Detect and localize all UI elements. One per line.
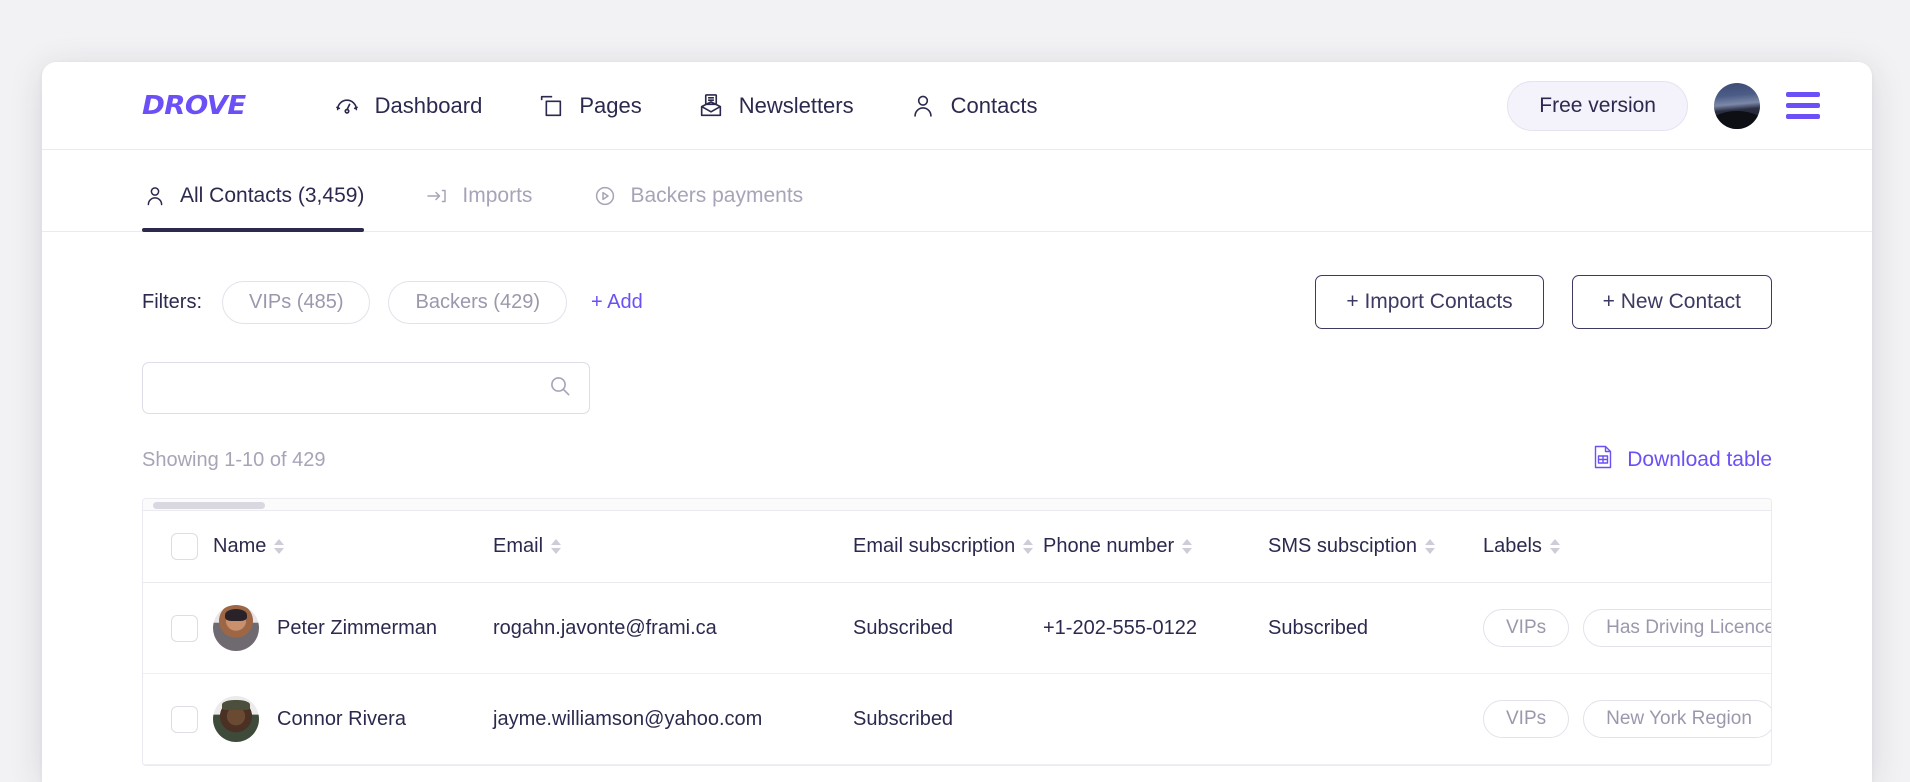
showing-count: Showing 1-10 of 429 [142, 448, 326, 471]
contacts-tabs: All Contacts (3,459) Imports Backers pay… [42, 150, 1872, 232]
cell-email-subscription: Subscribed [853, 673, 1043, 765]
hamburger-icon[interactable] [1786, 92, 1820, 119]
filters-row: Filters: VIPs (485) Backers (429) + Add … [42, 275, 1872, 329]
cell-name: Peter Zimmerman [213, 582, 493, 674]
play-circle-icon [592, 183, 618, 209]
tab-imports[interactable]: Imports [424, 183, 532, 231]
contact-name: Peter Zimmerman [277, 616, 438, 639]
primary-nav: Dashboard Pages Newsletters Contacts [332, 91, 1038, 121]
table-row[interactable]: Peter Zimmerman rogahn.javonte@frami.ca … [143, 582, 1771, 674]
search-box[interactable] [142, 362, 590, 414]
gauge-icon [332, 91, 362, 121]
import-arrow-icon [424, 183, 450, 209]
top-navigation-bar: DROVE Dashboard Pages Newsletters Contac… [42, 62, 1872, 150]
header-label: Email subscription [853, 535, 1016, 557]
app-window: DROVE Dashboard Pages Newsletters Contac… [42, 62, 1872, 782]
label-chip[interactable]: VIPs [1483, 700, 1570, 738]
cell-name: Connor Rivera [213, 673, 493, 765]
filters-label: Filters: [142, 290, 202, 313]
row-checkbox[interactable] [171, 614, 198, 642]
header-email-subscription[interactable]: Email subscription [853, 511, 1043, 583]
row-checkbox[interactable] [171, 705, 198, 733]
header-label: SMS subsciption [1268, 535, 1417, 557]
header-labels[interactable]: Labels [1483, 511, 1771, 583]
label-chip[interactable]: VIPs [1483, 609, 1570, 647]
person-icon [908, 91, 938, 121]
tab-label: All Contacts (3,459) [180, 184, 365, 207]
header-label: Email [493, 535, 544, 557]
cell-email: jayme.williamson@yahoo.com [493, 673, 853, 765]
label-chip[interactable]: New York Region [1583, 700, 1771, 738]
contact-avatar [213, 696, 259, 742]
import-contacts-button[interactable]: + Import Contacts [1315, 275, 1544, 329]
header-name[interactable]: Name [213, 511, 493, 583]
label-chip[interactable]: Has Driving Licence [1583, 609, 1771, 647]
avatar[interactable] [1714, 82, 1760, 129]
row-select-cell [143, 673, 213, 765]
search-icon[interactable] [547, 373, 573, 404]
header-select-all [143, 511, 213, 583]
header-email[interactable]: Email [493, 511, 853, 583]
sort-arrows-icon[interactable] [1424, 539, 1435, 554]
new-contact-button[interactable]: + New Contact [1571, 275, 1772, 329]
plan-badge[interactable]: Free version [1507, 80, 1688, 131]
tab-label: Imports [462, 184, 533, 207]
download-table-label: Download table [1627, 448, 1772, 471]
results-summary-row: Showing 1-10 of 429 Download table [142, 444, 1772, 476]
header-sms-subscription[interactable]: SMS subsciption [1268, 511, 1483, 583]
nav-label: Contacts [950, 92, 1038, 118]
header-label: Name [213, 535, 267, 557]
scrollbar-thumb[interactable] [153, 502, 265, 509]
add-filter-link[interactable]: + Add [591, 291, 643, 314]
search-input[interactable] [161, 377, 547, 399]
nav-item-contacts[interactable]: Contacts [908, 91, 1038, 121]
contacts-table: Name Email Email subscription Phone numb… [142, 498, 1772, 766]
select-all-checkbox[interactable] [171, 533, 198, 560]
tab-backers-payments[interactable]: Backers payments [592, 183, 803, 231]
horizontal-scrollbar[interactable] [143, 499, 1771, 511]
contact-avatar [213, 605, 259, 651]
table-header-row: Name Email Email subscription Phone numb… [143, 511, 1771, 583]
nav-right-cluster: Free version [1507, 80, 1820, 131]
nav-label: Dashboard [374, 92, 483, 118]
sort-arrows-icon[interactable] [1023, 539, 1034, 554]
cell-sms-subscription: Subscribed [1268, 582, 1483, 674]
header-label: Labels [1483, 535, 1542, 557]
cell-phone-number: +1-202-555-0122 [1043, 582, 1268, 674]
cell-labels: VIPs Has Driving Licence [1483, 582, 1771, 674]
sort-arrows-icon[interactable] [551, 539, 562, 554]
person-icon [142, 183, 168, 209]
tab-label: Backers payments [630, 184, 804, 207]
header-label: Phone number [1043, 535, 1175, 557]
cell-email-subscription: Subscribed [853, 582, 1043, 674]
cell-email: rogahn.javonte@frami.ca [493, 582, 853, 674]
header-phone-number[interactable]: Phone number [1043, 511, 1268, 583]
cell-phone-number [1043, 673, 1268, 765]
nav-label: Newsletters [738, 92, 854, 118]
cell-labels: VIPs New York Region [1483, 673, 1771, 765]
nav-label: Pages [579, 92, 642, 118]
nav-item-dashboard[interactable]: Dashboard [332, 91, 483, 121]
newsletter-icon [696, 91, 726, 121]
filter-chip-vips[interactable]: VIPs (485) [222, 280, 371, 324]
brand-logo[interactable]: DROVE [142, 91, 246, 121]
table-document-icon [1591, 444, 1615, 476]
sort-arrows-icon[interactable] [274, 539, 285, 554]
nav-item-newsletters[interactable]: Newsletters [696, 91, 854, 121]
sort-arrows-icon[interactable] [1182, 539, 1193, 554]
contact-name: Connor Rivera [277, 707, 406, 730]
row-select-cell [143, 582, 213, 674]
table-actions: + Import Contacts + New Contact [1315, 275, 1772, 329]
pages-icon [536, 91, 566, 121]
cell-sms-subscription [1268, 673, 1483, 765]
sort-arrows-icon[interactable] [1549, 539, 1560, 554]
filter-chip-backers[interactable]: Backers (429) [388, 280, 567, 324]
tab-all-contacts[interactable]: All Contacts (3,459) [142, 183, 365, 232]
nav-item-pages[interactable]: Pages [536, 91, 642, 121]
table-row[interactable]: Connor Rivera jayme.williamson@yahoo.com… [143, 673, 1771, 765]
download-table-link[interactable]: Download table [1591, 444, 1772, 476]
